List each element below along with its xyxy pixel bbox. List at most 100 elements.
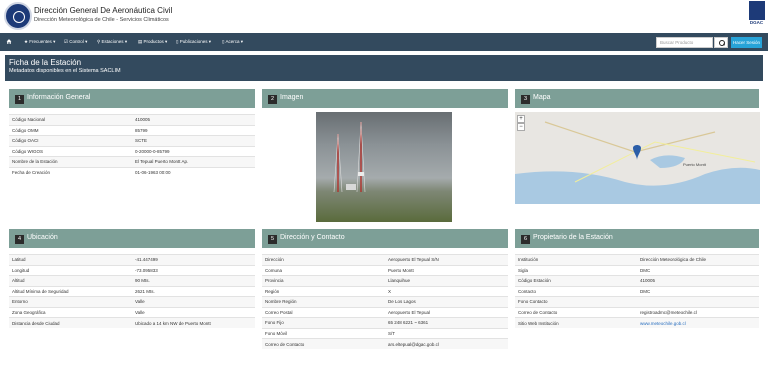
table-row: Código WIGOS 0-20000-0-85799 bbox=[9, 145, 255, 157]
panel-header-direccion: 5 Dirección y Contacto bbox=[262, 229, 508, 248]
panel-number: 4 bbox=[15, 235, 24, 244]
station-photo-illustration bbox=[333, 121, 366, 193]
panel-header-informacion: 1 Información General bbox=[9, 89, 255, 108]
panel-header-imagen: 2 Imagen bbox=[262, 89, 508, 108]
dgac-seal-logo[interactable] bbox=[4, 2, 32, 30]
panel-header-ubicacion: 4 Ubicación bbox=[9, 229, 255, 248]
field-label: Fono Fijo bbox=[262, 317, 385, 328]
propietario-table: Institución Dirección Meteorológica de Ch… bbox=[515, 254, 759, 328]
search-input[interactable]: Buscar Producto bbox=[656, 37, 713, 48]
table-row: Correo de Contacto ars.eltepual@dgac.gob.… bbox=[262, 338, 508, 349]
page-subtitle: Metadatos disponibles en el Sistema SACL… bbox=[9, 68, 121, 74]
table-row: Altitud 90 Mts. bbox=[9, 275, 255, 286]
panel-number: 1 bbox=[15, 95, 24, 104]
field-label: Institución bbox=[515, 254, 637, 265]
field-value: Ubicado a 14 km NW de Puerto Montt bbox=[132, 317, 255, 328]
field-value: -73.095833 bbox=[132, 264, 255, 276]
table-row: Altitud Mínima de Seguridad 2621 Mts. bbox=[9, 285, 255, 297]
table-row: Nombre Región De Los Lagos bbox=[262, 296, 508, 307]
table-row: Institución Dirección Meteorológica de Ch… bbox=[515, 254, 759, 265]
panel-title: Propietario de la Estación bbox=[533, 234, 613, 241]
field-value: Llanquihue bbox=[385, 275, 508, 286]
website-link[interactable]: www.meteochile.gob.cl bbox=[637, 317, 759, 328]
field-value: ars.eltepual@dgac.gob.cl bbox=[385, 338, 508, 349]
panel-title: Ubicación bbox=[27, 234, 58, 241]
table-row: Región X bbox=[262, 285, 508, 297]
site-subtitle: Dirección Meteorológica de Chile - Servi… bbox=[34, 17, 169, 23]
panel-header-propietario: 6 Propietario de la Estación bbox=[515, 229, 759, 248]
field-label: Altitud Mínima de Seguridad bbox=[9, 285, 132, 297]
dgac-logo[interactable]: DGAC bbox=[748, 1, 765, 31]
table-row: Fono Móvil S/T bbox=[262, 327, 508, 339]
field-label: Correo de Contacto bbox=[262, 338, 385, 349]
site-header: Dirección General De Aeronáutica Civil D… bbox=[0, 0, 768, 33]
field-label: Contacto bbox=[515, 285, 637, 297]
table-row: Código OMM 85799 bbox=[9, 124, 255, 136]
field-label: Entorno bbox=[9, 296, 132, 307]
map-zoom-in-button[interactable]: + bbox=[517, 115, 525, 123]
table-row: Fono Fijo 65 248 6221 ~ 6361 bbox=[262, 317, 508, 328]
field-value: registroadmc@meteochile.cl bbox=[637, 306, 759, 318]
nav-estaciones[interactable]: ⚲ Estaciones ▾ bbox=[97, 39, 127, 45]
field-value: 90 Mts. bbox=[132, 275, 255, 286]
field-value: 01-06-1963 00:00 bbox=[132, 166, 255, 178]
ubicacion-table: Latitud -41.447499 Longitud -73.095833 Alt… bbox=[9, 254, 255, 328]
field-label: Altitud bbox=[9, 275, 132, 286]
panel-title: Información General bbox=[27, 94, 91, 101]
field-value bbox=[637, 296, 759, 307]
field-value: Puerto Montt bbox=[385, 264, 508, 276]
table-row: Correo Postal Aeropuerto El Tepual bbox=[262, 306, 508, 318]
table-row: Sitio Web Institución www.meteochile.gob.… bbox=[515, 317, 759, 328]
map-illustration bbox=[515, 121, 760, 204]
field-value: -41.447499 bbox=[132, 254, 255, 265]
field-label: Código Estación bbox=[515, 275, 637, 286]
field-label: Código OACI bbox=[9, 135, 132, 146]
table-row: Contacto DMC bbox=[515, 285, 759, 297]
field-label: Distancia desde Ciudad bbox=[9, 317, 132, 328]
table-row: Comuna Puerto Montt bbox=[262, 264, 508, 276]
map-zoom-out-button[interactable]: − bbox=[517, 123, 525, 131]
home-icon[interactable] bbox=[6, 38, 12, 45]
field-value: 65 248 6221 ~ 6361 bbox=[385, 317, 508, 328]
field-value: Valle bbox=[132, 296, 255, 307]
dgac-logo-label: DGAC bbox=[749, 20, 764, 25]
search-button[interactable] bbox=[714, 37, 728, 48]
site-title[interactable]: Dirección General De Aeronáutica Civil bbox=[34, 6, 172, 15]
direccion-table: Dirección Aeropuerto El Tepual S/N Comuna… bbox=[262, 254, 508, 349]
table-row: Código Estación 410005 bbox=[515, 275, 759, 286]
panel-number: 2 bbox=[268, 95, 277, 104]
station-map[interactable]: Puerto Montt + − bbox=[515, 112, 760, 204]
field-value: S/T bbox=[385, 327, 508, 339]
field-value: 85799 bbox=[132, 124, 255, 136]
panel-number: 5 bbox=[268, 235, 277, 244]
field-label: Código Nacional bbox=[9, 114, 132, 125]
station-photo bbox=[316, 112, 452, 222]
table-row: Fecha de Creación 01-06-1963 00:00 bbox=[9, 166, 255, 178]
field-value: 410005 bbox=[637, 275, 759, 286]
field-value: Valle bbox=[132, 306, 255, 318]
panel-title: Mapa bbox=[533, 94, 551, 101]
field-label: Correo de Contacto bbox=[515, 306, 637, 318]
field-label: Correo Postal bbox=[262, 306, 385, 318]
nav-frecuentes[interactable]: ★ Frecuentes ▾ bbox=[24, 39, 55, 45]
table-row: Dirección Aeropuerto El Tepual S/N bbox=[262, 254, 508, 265]
nav-control[interactable]: ☑ Control ▾ bbox=[64, 39, 87, 45]
field-label: Nombre Región bbox=[262, 296, 385, 307]
table-row: Longitud -73.095833 bbox=[9, 264, 255, 276]
main-navbar: ★ Frecuentes ▾ ☑ Control ▾ ⚲ Estaciones … bbox=[0, 33, 768, 51]
table-row: Código OACI SCTE bbox=[9, 135, 255, 146]
field-label: Fono Móvil bbox=[262, 327, 385, 339]
nav-productos[interactable]: ▤ Productos ▾ bbox=[138, 39, 167, 45]
table-row: Zona Geográfica Valle bbox=[9, 306, 255, 318]
nav-publicaciones[interactable]: ▯ Publicaciones ▾ bbox=[176, 39, 211, 45]
field-value: Aeropuerto El Tepual bbox=[385, 306, 508, 318]
field-label: Fecha de Creación bbox=[9, 166, 132, 178]
field-label: Región bbox=[262, 285, 385, 297]
field-value: SCTE bbox=[132, 135, 255, 146]
field-value: Aeropuerto El Tepual S/N bbox=[385, 254, 508, 265]
login-button[interactable]: Hacer Sesión bbox=[731, 37, 762, 48]
field-value: X bbox=[385, 285, 508, 297]
nav-acerca[interactable]: ▯ Acerca ▾ bbox=[222, 39, 243, 45]
table-row: Latitud -41.447499 bbox=[9, 254, 255, 265]
field-label: Sigla bbox=[515, 264, 637, 276]
